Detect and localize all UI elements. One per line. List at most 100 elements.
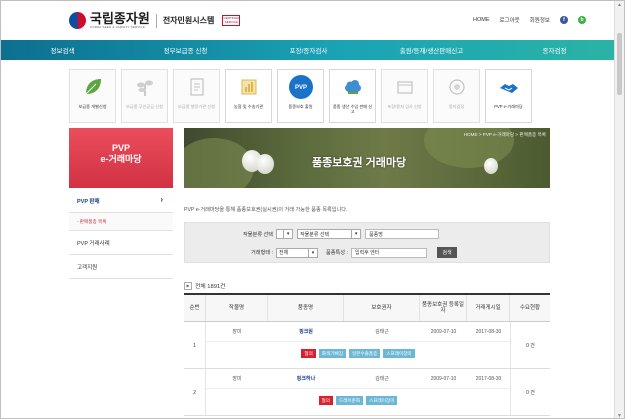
variety-table: 순번 작물명 품종명 보호권자 품종보호권 등록일자 거래게시일 수요현황 1 … [184, 293, 550, 416]
sidebar-item-label: PVP 거래사례 [77, 240, 110, 247]
breadcrumb: HOME > PVP e-거래마당 > 판매품종 목록 [463, 132, 546, 137]
table-row[interactable]: 2 장미 핑크하나 김태근 2009-07-10 2017-08-30 협의 드… [184, 369, 550, 416]
quick-seed-unmanned[interactable]: 보급종 무인공급 신청 [121, 69, 168, 123]
nav-inspection[interactable]: 포장/종자검사 [247, 45, 370, 55]
quick-seed-test[interactable]: 종자검정 [433, 69, 480, 123]
document-icon [185, 75, 209, 99]
sidebar-item-label: PVP 판매 [77, 198, 100, 205]
tag-badge: 협의 [301, 349, 316, 358]
blog-icon[interactable]: b [578, 16, 586, 24]
sidebar-title-line2: e-거래마당 [100, 154, 142, 164]
crop-select-1[interactable]: ▾ [276, 229, 294, 239]
variety-name-link[interactable]: 핑크하나 [268, 369, 344, 388]
sidebar-item-label: - 판매품종 목록 [77, 218, 107, 224]
site-logo[interactable]: 국립종자원 KOREA SEED & VARIETY SERVICE 전자민원시… [69, 12, 241, 29]
quick-pvp-market[interactable]: PVP e-거래마당 [485, 69, 532, 123]
quick-label: 품종보호 출원 [288, 104, 313, 109]
leaf-icon [81, 75, 105, 99]
nav-application[interactable]: 출원/등재/생산판매신고 [370, 45, 493, 55]
reg-date: 2009-07-10 [430, 328, 457, 335]
tag-badge: 일본수출품종 [348, 349, 381, 358]
triangle-right-icon: ▶ [184, 281, 192, 290]
logo-divider [155, 13, 157, 28]
nav-seed-request[interactable]: 정부보급종 신청 [124, 45, 247, 55]
col-holder: 보호권자 [344, 295, 420, 321]
crop-select-2[interactable]: 작물분류 선택 ▾ [297, 229, 362, 239]
row-tags: 협의 화색기뻐짐 일본수출품종 스프레이장미 [206, 349, 510, 358]
logo-subtitle: KOREA SEED & VARIETY SERVICE [90, 25, 146, 29]
quick-menu: 보급종 개별신청 보급종 무인공급 신청 보급종 행정기관 신청 농협 및 수송… [69, 69, 532, 123]
tag-badge: 스프레이장미 [366, 396, 398, 405]
quick-pvp-apply[interactable]: PVP 품종보호 출원 [277, 69, 324, 123]
plant-icon [133, 75, 157, 99]
banner-sprout [256, 154, 274, 174]
quick-label: 보급종 행정기관 신청 [177, 104, 215, 109]
sidebar-title-line1: PVP [111, 143, 130, 153]
home-link[interactable]: HOME [473, 17, 490, 23]
svg-text:PVP: PVP [294, 85, 306, 91]
feature-input[interactable]: 입력후 엔터 [350, 247, 427, 258]
row-number: 1 [184, 322, 206, 369]
sidebar-item-sale-list[interactable]: - 판매품종 목록 [69, 213, 173, 231]
row-main-line: 장미 핑크원 김태근 2009-07-10 2017-08-30 [206, 322, 510, 342]
demand-count: 0 건 [510, 369, 550, 416]
variety-name-input[interactable]: 품종명 [365, 229, 440, 239]
quick-inspection[interactable]: 포장/종자 검사 신청 [381, 69, 428, 123]
quick-label: 종자검정 [448, 104, 465, 109]
crop-name: 장미 [232, 376, 242, 382]
quick-production-report[interactable]: 품종 생산 수입 판매 신고 [329, 69, 376, 123]
quick-label: 농협 및 수송기관 [233, 104, 264, 109]
browser-page: 국립종자원 KOREA SEED & VARIETY SERVICE 전자민원시… [0, 0, 625, 419]
logout-link[interactable]: 로그아웃 [500, 16, 520, 24]
feature-label: 품종특성 : [325, 250, 348, 256]
page-title: 품종보호권 거래마당 [312, 157, 407, 169]
total-count-text: 전체 1891건 [195, 284, 226, 290]
row-number: 2 [184, 369, 206, 416]
page-scrollbar[interactable]: ▲ ▼ [614, 1, 624, 418]
member-info-link[interactable]: 회원정보 [530, 16, 550, 24]
search-button[interactable]: 검색 [436, 247, 457, 258]
facebook-icon[interactable]: f [560, 16, 568, 24]
trade-type-label: 거래형태 : [251, 250, 273, 256]
result-count: ▶ 전체 1891건 [184, 281, 226, 290]
tag-badge: 스프레이장미 [383, 349, 415, 358]
banner-sprout [484, 158, 498, 174]
quick-label: 포장/종자 검사 신청 [387, 104, 422, 109]
handshake-icon [497, 75, 521, 99]
quick-seed-individual[interactable]: 보급종 개별신청 [69, 69, 116, 123]
col-demand: 수요현황 [519, 305, 541, 311]
holder-name: 김태근 [375, 329, 389, 335]
sidebar-title: PVP e-거래마당 [69, 128, 173, 188]
post-date: 2017-08-30 [475, 375, 502, 382]
page-description: PVP e-거래마당을 통해 품종보호권(실시권)의 거래 가능한 품종 목록입… [184, 207, 348, 213]
tag-badge: 화색기뻐짐 [318, 349, 346, 358]
table-header: 순번 작물명 품종명 보호권자 품종보호권 등록일자 거래게시일 수요현황 [184, 295, 550, 322]
col-crop: 작물명 [206, 295, 268, 321]
page-banner: HOME > PVP e-거래마당 > 판매품종 목록 품종보호권 거래마당 [184, 128, 550, 188]
quick-seed-admin[interactable]: 보급종 행정기관 신청 [173, 69, 220, 123]
sidebar-item-pvp-sale[interactable]: PVP 판매 › [69, 189, 173, 213]
demand-count: 0 건 [510, 322, 550, 369]
variety-name-link[interactable]: 핑크원 [268, 322, 344, 341]
trade-select-value: 전체 [278, 250, 289, 256]
quick-label: PVP e-거래마당 [494, 104, 523, 109]
nav-seed-test[interactable]: 종자검정 [493, 45, 616, 55]
quick-nh-transport[interactable]: 농협 및 수송기관 [225, 69, 272, 123]
site-header: 국립종자원 KOREA SEED & VARIETY SERVICE 전자민원시… [1, 1, 616, 39]
table-row[interactable]: 1 장미 핑크원 김태근 2009-07-10 2017-08-30 협의 화색… [184, 322, 550, 369]
trade-type-select[interactable]: 전체 ▾ [275, 247, 318, 258]
system-name: 전자민원시스템 [162, 16, 215, 25]
crop-label: 작물분류 선택 [243, 231, 274, 238]
nav-info-search[interactable]: 정보검색 [1, 45, 124, 55]
sidebar-item-pvp-cases[interactable]: PVP 거래사례 [69, 231, 173, 255]
chevron-right-icon: › [160, 195, 163, 204]
col-variety: 품종명 [268, 295, 344, 321]
tag-badge: 드레이춘화 [335, 396, 364, 405]
seal-icon [445, 75, 469, 99]
scroll-thumb[interactable] [617, 33, 622, 95]
scroll-up-icon[interactable]: ▲ [617, 2, 622, 8]
scroll-down-icon[interactable]: ▼ [617, 413, 622, 418]
quick-label: 품종 생산 수입 판매 신고 [332, 104, 373, 114]
sidebar-item-support[interactable]: 고객지원 [69, 255, 173, 279]
col-post-date: 거래게시일 [467, 295, 510, 321]
